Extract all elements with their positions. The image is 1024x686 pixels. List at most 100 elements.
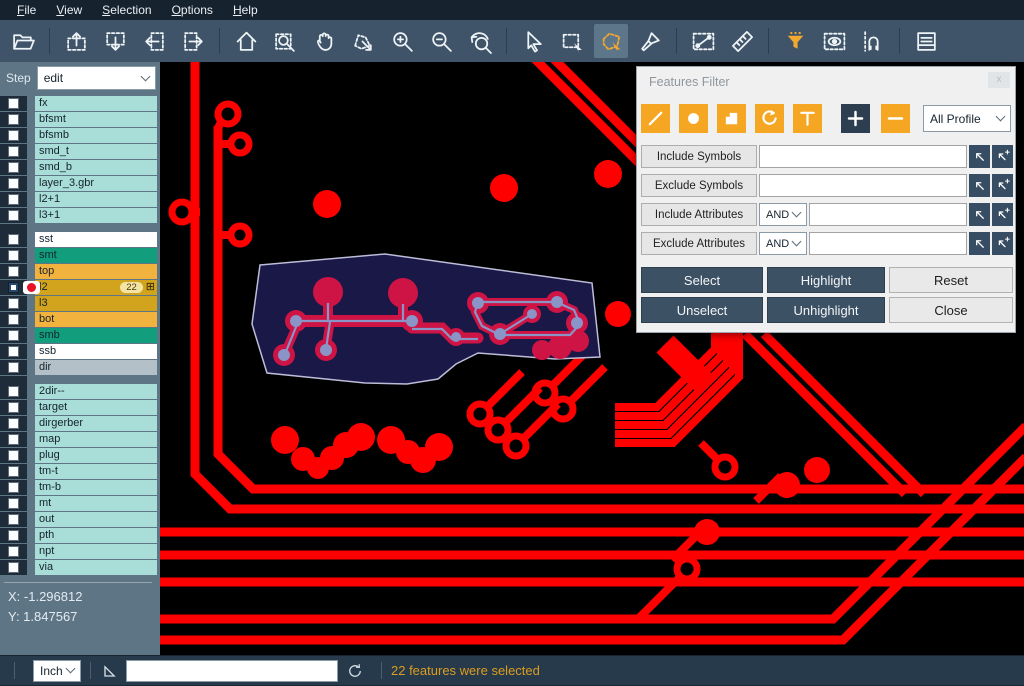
layer-name-cell[interactable]: 2dir--	[35, 384, 157, 399]
layer-name-cell[interactable]: mt	[35, 496, 157, 511]
layer-row-l3+1[interactable]: l3+1	[0, 208, 160, 223]
unhighlight-button[interactable]: Unhighlight	[767, 297, 885, 323]
layer-name-cell[interactable]: plug	[35, 448, 157, 463]
layer-checkbox[interactable]	[8, 250, 19, 261]
layer-row-smt[interactable]: smt	[0, 248, 160, 263]
draw-text-button[interactable]	[793, 104, 822, 133]
layer-checkbox[interactable]	[8, 386, 19, 397]
layer-name-cell[interactable]: npt	[35, 544, 157, 559]
layer-checkbox[interactable]	[8, 162, 19, 173]
pick-from-canvas-button[interactable]	[969, 232, 990, 255]
toolbar-pan-down-button[interactable]	[98, 24, 132, 58]
layer-row-tm-t[interactable]: tm-t	[0, 464, 160, 479]
toolbar-zoom-in-button[interactable]	[385, 24, 419, 58]
layer-checkbox[interactable]	[8, 178, 19, 189]
layer-checkbox[interactable]	[8, 546, 19, 557]
layer-name-cell[interactable]: out	[35, 512, 157, 527]
layer-row-bot[interactable]: bot	[0, 312, 160, 327]
layer-row-dir[interactable]: dir	[0, 360, 160, 375]
layer-checkbox[interactable]	[8, 314, 19, 325]
pick-add-from-canvas-button[interactable]	[992, 203, 1013, 226]
layer-row-l2+1[interactable]: l2+1	[0, 192, 160, 207]
layer-row-mt[interactable]: mt	[0, 496, 160, 511]
layer-checkbox[interactable]	[8, 98, 19, 109]
toolbar-select-polygon-button[interactable]	[594, 24, 628, 58]
close-button[interactable]: Close	[889, 297, 1013, 323]
highlight-button[interactable]: Highlight	[767, 267, 885, 293]
layer-name-cell[interactable]: sst	[35, 232, 157, 247]
layer-row-bfsmb[interactable]: bfsmb	[0, 128, 160, 143]
toolbar-pan-up-button[interactable]	[59, 24, 93, 58]
exclude-symbols-field[interactable]	[759, 174, 967, 197]
toolbar-pan-left-button[interactable]	[137, 24, 171, 58]
layer-row-l2[interactable]: l222⊞	[0, 280, 160, 295]
layer-grid-icon[interactable]: ⊞	[146, 281, 155, 294]
pick-from-canvas-button[interactable]	[969, 174, 990, 197]
toolbar-zoom-out-button[interactable]	[424, 24, 458, 58]
layer-name-cell[interactable]: via	[35, 560, 157, 575]
layer-checkbox[interactable]	[8, 402, 19, 413]
layer-row-pth[interactable]: pth	[0, 528, 160, 543]
toolbar-pan-hand-button[interactable]	[307, 24, 341, 58]
layer-row-smd_b[interactable]: smd_b	[0, 160, 160, 175]
include-symbols-button[interactable]: Include Symbols	[641, 145, 757, 168]
layer-checkbox[interactable]	[8, 146, 19, 157]
layer-checkbox[interactable]	[8, 482, 19, 493]
layer-checkbox[interactable]	[8, 266, 19, 277]
include-attributes-field[interactable]	[809, 203, 967, 226]
layer-name-cell[interactable]: l3	[35, 296, 157, 311]
draw-surface-button[interactable]	[717, 104, 746, 133]
layer-checkbox[interactable]	[8, 114, 19, 125]
include-symbols-field[interactable]	[759, 145, 967, 168]
layer-checkbox[interactable]	[8, 466, 19, 477]
layer-row-dirgerber[interactable]: dirgerber	[0, 416, 160, 431]
menu-file[interactable]: File	[8, 1, 45, 19]
layer-row-target[interactable]: target	[0, 400, 160, 415]
layer-row-plug[interactable]: plug	[0, 448, 160, 463]
layer-name-cell[interactable]: top	[35, 264, 157, 279]
layer-name-cell[interactable]: bfsmb	[35, 128, 157, 143]
and-or-select[interactable]: AND	[759, 203, 807, 226]
unselect-button[interactable]: Unselect	[641, 297, 763, 323]
menu-selection[interactable]: Selection	[93, 1, 160, 19]
toolbar-view-options-button[interactable]	[817, 24, 851, 58]
layer-checkbox[interactable]	[8, 434, 19, 445]
toolbar-zoom-previous-button[interactable]	[463, 24, 497, 58]
toolbar-filter-button[interactable]	[778, 24, 812, 58]
exclude-attributes-button[interactable]: Exclude Attributes	[641, 232, 757, 255]
layer-name-cell[interactable]: smd_b	[35, 160, 157, 175]
layer-row-bfsmt[interactable]: bfsmt	[0, 112, 160, 127]
draw-line-button[interactable]	[641, 104, 670, 133]
toolbar-pan-right-button[interactable]	[176, 24, 210, 58]
toolbar-snap-button[interactable]	[856, 24, 890, 58]
exclude-attributes-field[interactable]	[809, 232, 967, 255]
layer-name-cell[interactable]: l3+1	[35, 208, 157, 223]
menu-view[interactable]: View	[47, 1, 91, 19]
layer-name-cell[interactable]: layer_3.gbr	[35, 176, 157, 191]
pick-from-canvas-button[interactable]	[969, 145, 990, 168]
menu-options[interactable]: Options	[163, 1, 222, 19]
layer-checkbox[interactable]	[8, 330, 19, 341]
reset-button[interactable]: Reset	[889, 267, 1013, 293]
layer-row-fx[interactable]: fx	[0, 96, 160, 111]
layer-name-cell[interactable]: tm-b	[35, 480, 157, 495]
layer-name-cell[interactable]: target	[35, 400, 157, 415]
refresh-icon[interactable]	[346, 662, 364, 680]
layer-checkbox[interactable]	[8, 346, 19, 357]
toolbar-select-pointer-button[interactable]	[516, 24, 550, 58]
layer-checkbox[interactable]	[8, 450, 19, 461]
remove-filter-button[interactable]	[881, 104, 910, 133]
layer-name-cell[interactable]: dir	[35, 360, 157, 375]
layer-checkbox[interactable]	[8, 210, 19, 221]
unit-select[interactable]: Inch	[33, 660, 81, 682]
toolbar-ruler-button[interactable]	[725, 24, 759, 58]
pick-from-canvas-button[interactable]	[969, 203, 990, 226]
profile-select[interactable]: All Profile	[923, 105, 1011, 132]
layer-name-cell[interactable]: map	[35, 432, 157, 447]
layer-name-cell[interactable]: fx	[35, 96, 157, 111]
layer-name-cell[interactable]: ssb	[35, 344, 157, 359]
layer-checkbox[interactable]	[8, 498, 19, 509]
add-filter-button[interactable]	[841, 104, 870, 133]
menu-help[interactable]: Help	[224, 1, 267, 19]
toolbar-select-rectangle-button[interactable]	[555, 24, 589, 58]
